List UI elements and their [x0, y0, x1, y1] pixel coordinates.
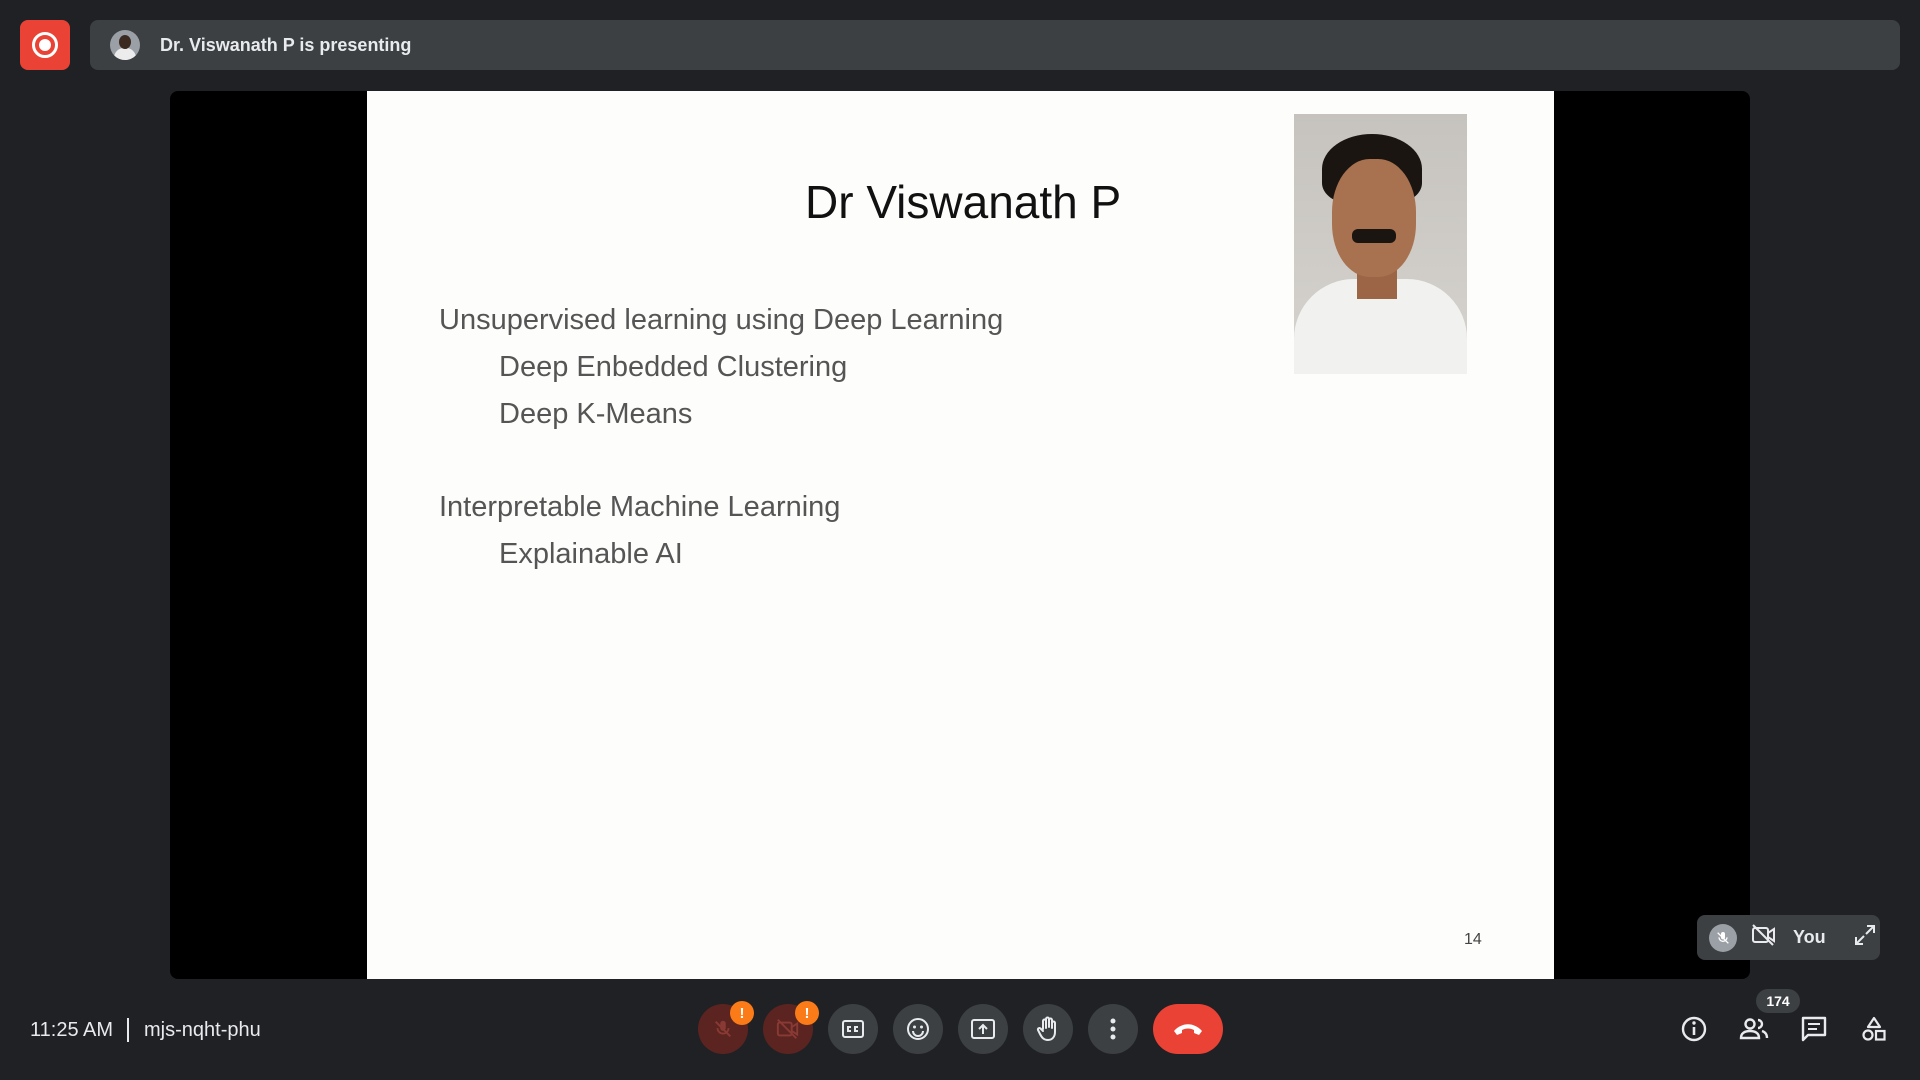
- self-view-tile[interactable]: You: [1697, 915, 1880, 960]
- meeting-time: 11:25 AM: [30, 1019, 114, 1041]
- chat-icon: [1801, 1016, 1827, 1042]
- presenting-banner: Dr. Viswanath P is presenting: [90, 20, 1900, 70]
- present-button[interactable]: [958, 1004, 1008, 1054]
- people-icon: [1739, 1018, 1769, 1040]
- presentation-stage: Dr Viswanath P Unsupervised learning usi…: [170, 91, 1750, 979]
- leave-call-button[interactable]: [1153, 1004, 1223, 1054]
- participant-count-badge: 174: [1756, 989, 1800, 1013]
- expand-icon[interactable]: [1854, 924, 1876, 951]
- mic-off-icon: [1709, 923, 1737, 952]
- presenting-label: Dr. Viswanath P is presenting: [160, 34, 412, 55]
- slide-sub-bullet: Deep Enbedded Clustering: [499, 351, 848, 383]
- more-options-button[interactable]: [1088, 1004, 1138, 1054]
- info-icon: [1681, 1016, 1707, 1042]
- captions-button[interactable]: [828, 1004, 878, 1054]
- record-icon: [32, 32, 58, 58]
- microphone-button[interactable]: !: [698, 1001, 754, 1054]
- slide-bullet: Unsupervised learning using Deep Learnin…: [439, 304, 1004, 336]
- slide-sub-bullet: Deep K-Means: [499, 398, 693, 430]
- recording-indicator-button[interactable]: [20, 20, 70, 70]
- activities-button[interactable]: [1859, 1014, 1889, 1044]
- camera-off-icon: [776, 1019, 799, 1039]
- reactions-button[interactable]: [893, 1004, 943, 1054]
- hand-icon: [1036, 1016, 1056, 1041]
- self-name-label: You: [1793, 927, 1826, 947]
- meeting-code: mjs-nqht-phu: [144, 1019, 261, 1041]
- people-button[interactable]: [1739, 1014, 1769, 1044]
- more-vert-icon: [1110, 1018, 1116, 1040]
- chat-button[interactable]: [1799, 1014, 1829, 1044]
- camera-warning-badge: !: [795, 1001, 819, 1025]
- top-bar: Dr. Viswanath P is presenting: [0, 0, 1920, 90]
- slide-sub-bullet: Explainable AI: [499, 538, 683, 570]
- phone-hangup-icon: [1174, 1024, 1202, 1035]
- bottom-toolbar: 11:25 AM mjs-nqht-phu ! ! 174: [0, 989, 1920, 1080]
- divider: [127, 1018, 129, 1042]
- meeting-details-button[interactable]: [1679, 1014, 1709, 1044]
- raise-hand-button[interactable]: [1023, 1004, 1073, 1054]
- captions-icon: [842, 1020, 864, 1038]
- camera-button[interactable]: !: [763, 1001, 819, 1054]
- emoji-icon: [907, 1018, 929, 1040]
- presenter-photo: [1294, 114, 1467, 374]
- slide-page-number: 14: [1464, 931, 1482, 948]
- activities-icon: [1862, 1016, 1886, 1041]
- slide-title: Dr Viswanath P: [805, 176, 1122, 228]
- slide-bullet: Interpretable Machine Learning: [439, 491, 841, 523]
- mic-off-icon: [715, 1020, 731, 1037]
- mic-warning-badge: !: [730, 1001, 754, 1025]
- presenter-avatar: [110, 30, 140, 60]
- shared-slide: Dr Viswanath P Unsupervised learning usi…: [367, 91, 1554, 979]
- present-screen-icon: [971, 1019, 995, 1039]
- camera-off-icon: [1751, 924, 1777, 951]
